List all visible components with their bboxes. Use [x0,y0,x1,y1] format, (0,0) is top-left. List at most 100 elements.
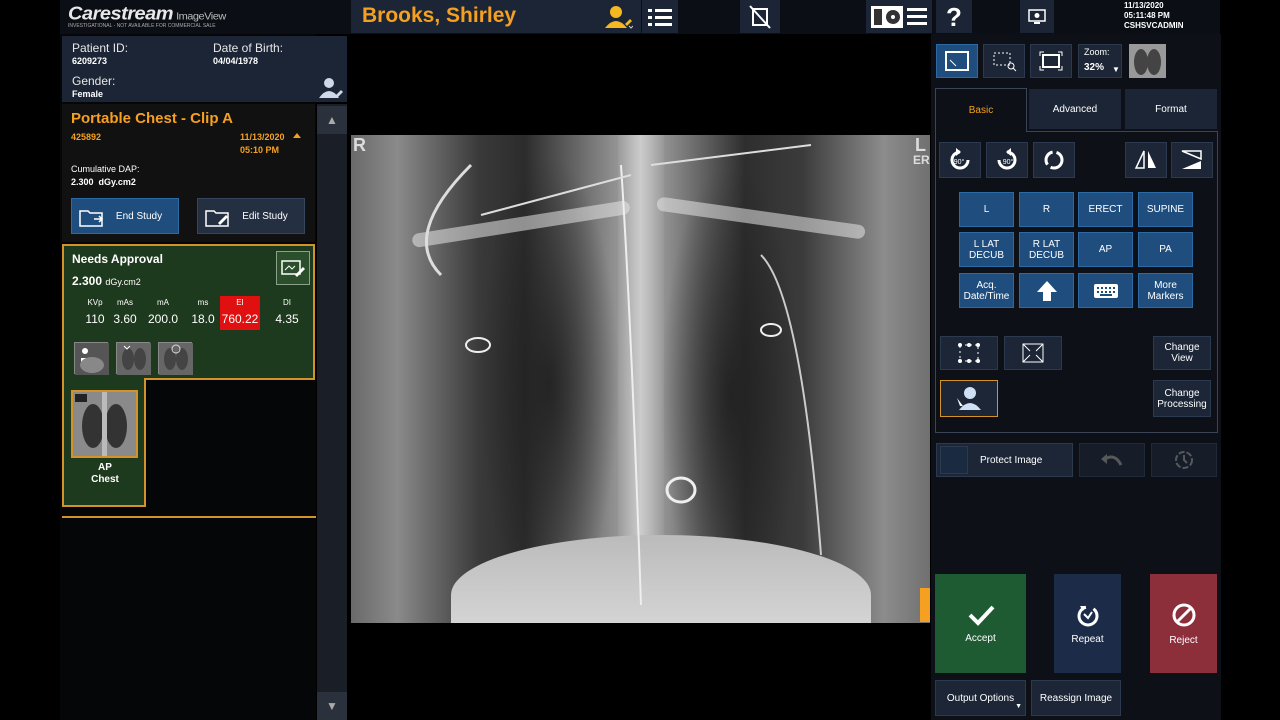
param-label: ms [197,298,209,307]
marker-l-button[interactable]: L [959,192,1014,227]
rotate-left-button[interactable]: 90° [939,142,981,178]
param-ms: ms 18.0 [186,296,220,328]
rotate-icon [1044,150,1064,170]
erect-marker: ER [913,153,930,167]
ap-chest-thumbnail[interactable] [71,390,138,458]
marker-label: PA [1159,244,1172,255]
thumb-grid[interactable] [158,342,193,375]
help-icon: ? [946,3,962,31]
patient-id: 6209273 [72,56,108,66]
repeat-button[interactable]: Repeat [1054,574,1121,673]
param-kvp: KVp 110 [78,296,112,328]
change-view-label: Change View [1164,342,1200,364]
tab-advanced[interactable]: Advanced [1029,89,1121,129]
marker-erect-button[interactable]: ERECT [1078,192,1133,227]
keyboard-icon [1093,283,1118,298]
edit-study-button[interactable]: Edit Study [197,198,305,234]
marker-supine-button[interactable]: SUPINE [1138,192,1193,227]
approval-panel[interactable]: Needs Approval 2.300 dGy.cm2 KVp 110 mAs 3.… [62,244,315,380]
approval-title: Needs Approval [72,252,163,266]
tab-format[interactable]: Format [1125,89,1217,129]
collapse-study-button[interactable] [292,131,302,139]
monitor-icon [1028,8,1046,24]
brand-name: Carestream [68,3,174,25]
list-view-button[interactable] [642,0,678,33]
protect-image-label: Protect Image [980,454,1043,466]
marker-r-button[interactable]: R [1019,192,1074,227]
rotate-left-icon: 90° [950,148,970,170]
zoom-region-button[interactable] [983,44,1025,78]
patient-position-button[interactable] [940,380,998,417]
chevron-down-icon: ▼ [326,699,338,713]
history-button[interactable] [1151,443,1217,477]
param-label: KVp [87,298,103,307]
xray-image[interactable]: R L ER [351,135,930,623]
folder-exit-icon [79,210,104,227]
output-options-button[interactable]: Output Options ▼ [935,680,1026,716]
keyboard-button[interactable] [1078,273,1133,308]
end-study-button[interactable]: End Study [71,198,179,234]
chest-thumb-icon [75,343,109,375]
flip-horizontal-button[interactable] [1125,142,1167,178]
chevron-down-icon: ▼ [1015,703,1022,710]
thumb-label-body: Chest [91,474,119,485]
marker-label: ERECT [1088,204,1123,215]
param-value: 4.35 [275,312,299,326]
current-date: 11/13/2020 [1124,1,1164,10]
rotate-right-button[interactable]: 90° [986,142,1028,178]
marker-l-lat-decub-button[interactable]: L LAT DECUB [959,232,1014,267]
edit-patient-button[interactable] [318,76,344,100]
image-edge-tab[interactable] [920,588,930,622]
marker-r-lat-decub-button[interactable]: R LAT DECUB [1019,232,1074,267]
fullscreen-button[interactable] [1030,44,1072,78]
param-value: 110 [85,312,105,326]
param-value: 760.22 [221,312,259,326]
change-processing-button[interactable]: Change Processing [1153,380,1211,417]
zoom-control[interactable]: Zoom: 32% ▼ [1078,44,1122,78]
no-detector-icon [749,4,771,29]
image-thumbnail[interactable] [1129,44,1166,78]
help-button[interactable]: ? [936,0,972,33]
accept-label: Accept [965,633,996,644]
crop-button[interactable] [940,336,998,370]
undo-button[interactable] [1079,443,1145,477]
marker-pa-button[interactable]: PA [1138,232,1193,267]
marker-ap-button[interactable]: AP [1078,232,1133,267]
detector-off-button[interactable] [740,0,780,33]
auto-crop-icon [1022,343,1044,363]
patient-menu-button[interactable] [596,0,640,33]
protect-image-button[interactable]: Protect Image [936,443,1073,477]
change-view-button[interactable]: Change View [1153,336,1211,370]
grid-thumb-icon [159,343,193,375]
marker-more-markers-button[interactable]: More Markers [1138,273,1193,308]
flip-vertical-button[interactable] [1171,142,1213,178]
rotate-180-button[interactable] [1033,142,1075,178]
marker-arrow-button[interactable] [1019,273,1074,308]
checkmark-icon [968,605,994,626]
list-icon [648,8,672,26]
scroll-down-button[interactable]: ▼ [317,692,347,720]
param-label: EI [236,298,244,307]
fit-image-button[interactable] [936,44,978,78]
screen-capture-button[interactable] [1020,0,1054,33]
marker-label: L [983,204,990,215]
reassign-image-button[interactable]: Reassign Image [1031,680,1121,716]
accept-button[interactable]: Accept [935,574,1026,673]
patient-id-label: Patient ID: [72,41,129,55]
edit-image-button[interactable] [276,251,310,285]
image-icon [945,51,969,71]
auto-crop-button[interactable] [1004,336,1062,370]
marker-acq-date-time-button[interactable]: Acq. Date/Time [959,273,1014,308]
marker-label: R [1042,204,1051,215]
left-scrollbar[interactable] [317,104,347,720]
thumb-patient[interactable] [74,342,109,375]
scroll-up-button[interactable]: ▲ [317,106,347,134]
lines-overlay [425,144,822,606]
lungs-thumb-icon [117,343,151,375]
tab-basic[interactable]: Basic [935,88,1027,132]
thumb-processing[interactable] [116,342,151,375]
exam-menu-button[interactable] [866,0,932,33]
reject-button[interactable]: Reject [1150,574,1217,673]
image-edit-icon [281,260,305,277]
tab-underline [1027,131,1218,132]
